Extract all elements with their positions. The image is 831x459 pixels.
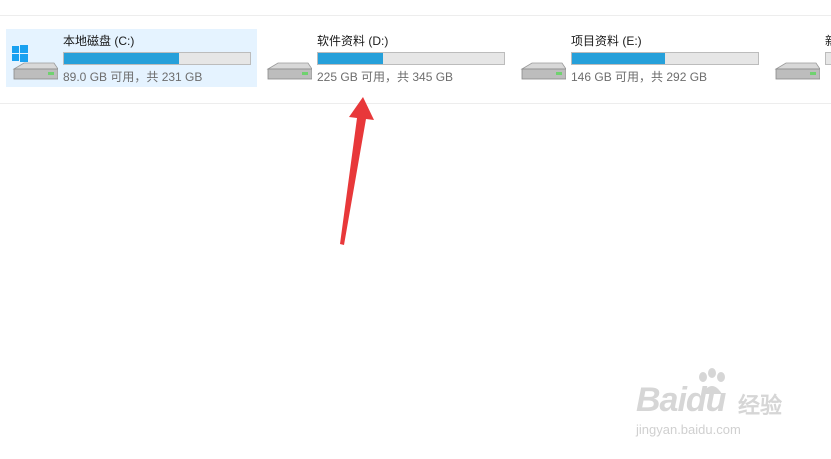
drive-d-usage-fill — [318, 53, 384, 64]
explorer-drives-view: 本地磁盘 (C:) 89.0 GB 可用，共 231 GB 软件资料 (D:) … — [0, 0, 831, 459]
watermark-url: jingyan.baidu.com — [636, 422, 741, 437]
drive-c-tile[interactable]: 本地磁盘 (C:) 89.0 GB 可用，共 231 GB — [6, 29, 257, 87]
drive-c-name: 本地磁盘 (C:) — [63, 34, 135, 48]
hard-drive-icon — [266, 62, 312, 80]
hard-drive-icon — [774, 62, 820, 80]
drive-e-usage-fill — [572, 53, 665, 64]
watermark-brand: Baidu — [636, 381, 726, 419]
drive-c-usage-fill — [64, 53, 180, 64]
watermark-jingyan: 经验 — [738, 393, 783, 418]
drive-f-name: 新 — [825, 32, 831, 49]
drive-e-name: 项目资料 (E:) — [571, 34, 642, 48]
drive-d-tile[interactable]: 软件资料 (D:) 225 GB 可用，共 345 GB — [260, 29, 511, 87]
baidu-watermark: Baidu 经验 jingyan.baidu.com — [600, 368, 825, 443]
windows-drive-icon — [12, 45, 58, 80]
drive-e-usage-bar — [571, 52, 759, 65]
bottom-divider — [0, 103, 831, 104]
drive-e-tile[interactable]: 项目资料 (E:) 146 GB 可用，共 292 GB — [514, 29, 765, 87]
hard-drive-icon — [520, 62, 566, 80]
drive-f-tile[interactable]: 新 — [768, 29, 831, 87]
drive-d-space: 225 GB 可用，共 345 GB — [317, 70, 454, 84]
drive-c-usage-bar — [63, 52, 251, 65]
arrow-shape — [340, 97, 374, 245]
drive-d-name: 软件资料 (D:) — [317, 34, 389, 48]
drive-d-usage-bar — [317, 52, 505, 65]
drive-c-space: 89.0 GB 可用，共 231 GB — [63, 70, 203, 84]
drive-e-space: 146 GB 可用，共 292 GB — [571, 70, 708, 84]
top-divider — [0, 15, 831, 16]
drive-f-usage-bar — [825, 52, 831, 65]
